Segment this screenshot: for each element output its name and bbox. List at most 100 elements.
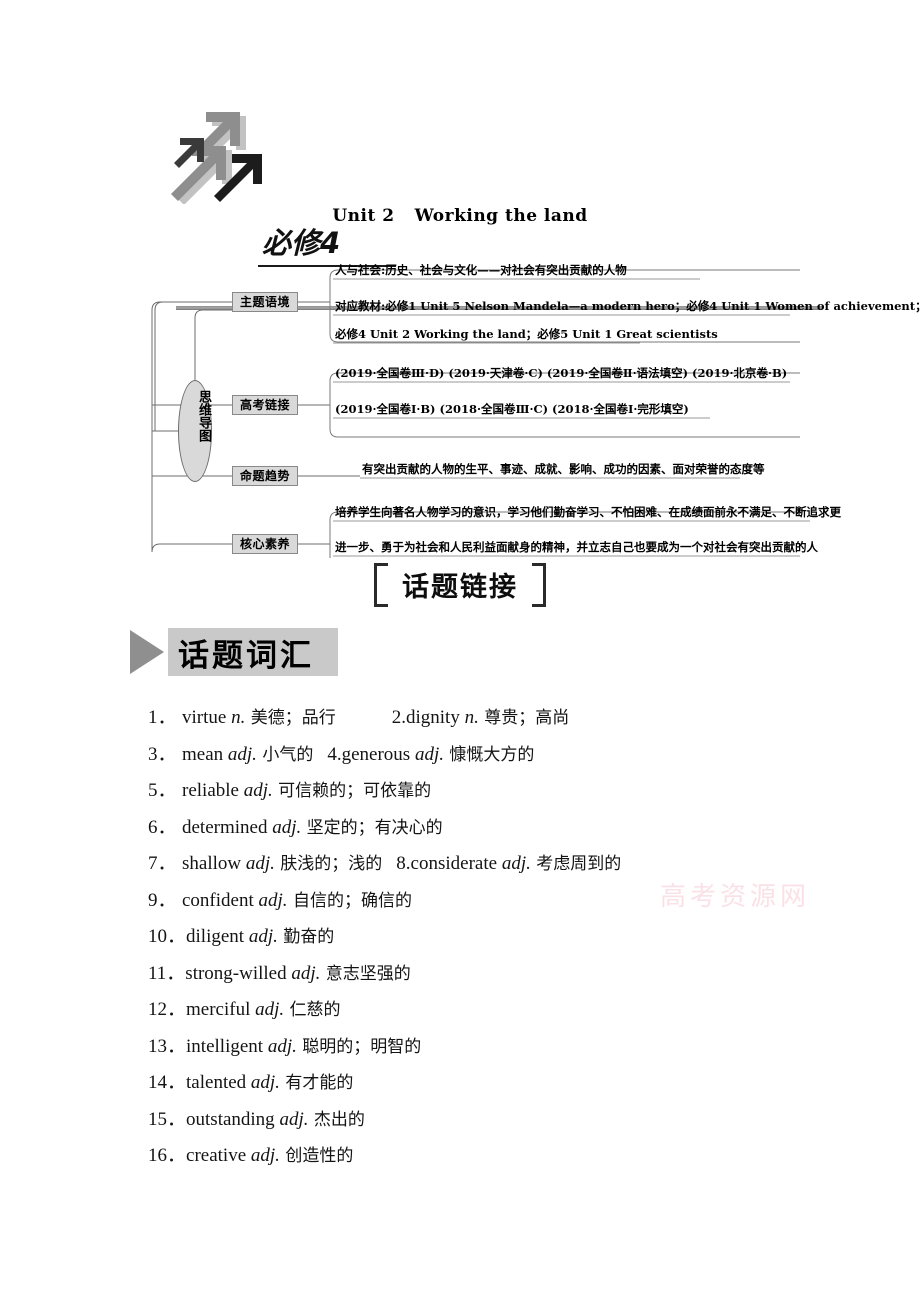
vocabulary-item-pos: adj. bbox=[267, 1035, 297, 1057]
mindmap-diagram: 思维导图 主题语境 高考链接 命题趋势 核心素养 人与社会:历史、社会与文化——… bbox=[0, 258, 920, 558]
vocabulary-item-pos: adj. bbox=[245, 853, 275, 874]
vocabulary-item: 6． determined adj. 坚定的；有决心的 bbox=[148, 810, 848, 847]
vocabulary-item-number: 13． bbox=[148, 1035, 187, 1057]
vocabulary-item-meaning-secondary: 考虑周到的 bbox=[530, 854, 622, 874]
vocabulary-item-word: virtue bbox=[182, 707, 232, 728]
vocabulary-item-meaning-secondary: 尊贵；高尚 bbox=[478, 708, 570, 728]
vocabulary-item: 10．diligent adj. 勤奋的 bbox=[148, 919, 848, 956]
vocabulary-item-meaning: 杰出的 bbox=[308, 1109, 365, 1130]
vocabulary-item-number: 9． bbox=[148, 889, 177, 911]
vocabulary-item-number: 1． bbox=[148, 707, 177, 728]
vocabulary-item: 1． virtue n. 美德；品行 2.dignity n. 尊贵；高尚 bbox=[148, 700, 848, 737]
vocabulary-item-word: merciful bbox=[186, 999, 256, 1020]
vocabulary-item-pos: adj. bbox=[227, 743, 257, 765]
vocabulary-item-pos: adj. bbox=[291, 962, 321, 984]
vocabulary-item-meaning: 小气的 bbox=[256, 744, 314, 765]
vocabulary-item-word-secondary: dignity bbox=[405, 707, 465, 728]
vocabulary-item-word: creative bbox=[186, 1145, 251, 1166]
vocabulary-item: 15．outstanding adj. 杰出的 bbox=[148, 1102, 848, 1139]
vocabulary-item-word: determined bbox=[182, 816, 273, 838]
vocabulary-item: 9． confident adj. 自信的；确信的 bbox=[148, 883, 848, 920]
vocabulary-item-meaning: 意志坚强的 bbox=[320, 963, 411, 984]
vocabulary-item-word: diligent bbox=[186, 926, 249, 947]
vocabulary-item-number: 5． bbox=[148, 780, 177, 801]
arrow-marker-icon bbox=[128, 628, 168, 676]
vocabulary-item-pos-secondary: adj. bbox=[414, 743, 444, 765]
vocabulary-item-word: confident bbox=[182, 889, 259, 911]
arrows-logo-icon bbox=[171, 112, 262, 204]
mindmap-content-literacy-line1: 培养学生向著名人物学习的意识，学习他们勤奋学习、不怕困难、在成绩面前永不满足、不… bbox=[335, 505, 841, 519]
right-bracket-icon bbox=[532, 563, 546, 607]
vocabulary-item-pos: n. bbox=[231, 707, 246, 728]
vocabulary-item-number: 10． bbox=[148, 926, 187, 947]
vocabulary-item-pos-secondary: adj. bbox=[501, 853, 531, 874]
vocabulary-item-meaning: 聪明的；明智的 bbox=[296, 1036, 422, 1057]
vocabulary-item-meaning: 美德；品行 bbox=[245, 708, 336, 728]
vocabulary-item-meaning: 自信的；确信的 bbox=[287, 890, 412, 911]
vocabulary-item-meaning: 有才能的 bbox=[279, 1073, 354, 1093]
vocabulary-item-number-secondary: 8. bbox=[396, 853, 411, 874]
vocabulary-item-pos: adj. bbox=[250, 1145, 280, 1166]
vocabulary-item: 12．merciful adj. 仁慈的 bbox=[148, 992, 848, 1029]
vocabulary-item-meaning: 创造性的 bbox=[279, 1146, 354, 1166]
vocabulary-item-number: 11． bbox=[148, 962, 186, 984]
mindmap-content-exam-line1: (2019·全国卷Ⅲ·D) (2019·天津卷·C) (2019·全国卷Ⅱ·语法… bbox=[335, 366, 788, 380]
vocabulary-item-word-secondary: considerate bbox=[410, 853, 502, 874]
vocabulary-list: 1． virtue n. 美德；品行 2.dignity n. 尊贵；高尚 3． mea… bbox=[148, 700, 848, 1175]
vocabulary-item-pos: adj. bbox=[272, 816, 302, 838]
topic-link-title: 话题链接 bbox=[402, 572, 518, 603]
section-header-vocabulary: 话题词汇 bbox=[128, 628, 338, 676]
mindmap-content-theme-line1: 人与社会:历史、社会与文化——对社会有突出贡献的人物 bbox=[335, 263, 627, 277]
mindmap-content-exam-line2: (2019·全国卷Ⅰ·B) (2018·全国卷Ⅲ·C) (2018·全国卷Ⅰ·完… bbox=[335, 402, 689, 416]
vocabulary-item-meaning: 肤浅的；浅的 bbox=[274, 854, 383, 874]
chapter-header: 必修4 bbox=[0, 108, 920, 310]
vocabulary-item-number: 12． bbox=[148, 999, 187, 1020]
vocabulary-item-pos: adj. bbox=[258, 889, 288, 911]
vocabulary-item-word: strong-willed bbox=[185, 962, 292, 984]
mindmap-content-literacy-line2: 进一步、勇于为社会和人民利益面献身的精神，并立志自己也要成为一个对社会有突出贡献… bbox=[335, 540, 818, 554]
vocabulary-item-number-secondary: 2. bbox=[391, 707, 406, 728]
vocabulary-item-number: 14． bbox=[148, 1072, 187, 1093]
vocabulary-item: 11．strong-willed adj. 意志坚强的 bbox=[148, 956, 848, 993]
vocabulary-item-word-secondary: generous bbox=[341, 743, 415, 765]
vocabulary-item-word: reliable bbox=[182, 780, 244, 801]
document-page: 必修4 Unit 2 Working the land 思维导图 主题语境 高考… bbox=[0, 0, 920, 1302]
vocabulary-item-word: intelligent bbox=[186, 1035, 268, 1057]
vocabulary-item: 16．creative adj. 创造性的 bbox=[148, 1138, 848, 1175]
vocabulary-item-meaning: 坚定的；有决心的 bbox=[301, 817, 443, 838]
vocabulary-item-pos: adj. bbox=[255, 999, 285, 1020]
vocabulary-item-number: 7． bbox=[148, 853, 177, 874]
vocabulary-item: 13．intelligent adj. 聪明的；明智的 bbox=[148, 1029, 848, 1066]
vocabulary-item-word: shallow bbox=[182, 853, 246, 874]
vocabulary-item-pos: adj. bbox=[279, 1108, 309, 1130]
mindmap-center-label: 思维导图 bbox=[196, 390, 211, 442]
vocabulary-item-meaning: 仁慈的 bbox=[284, 1000, 341, 1020]
unit-name: Working the land bbox=[414, 206, 588, 226]
mindmap-branch-label-literacy: 核心素养 bbox=[232, 534, 298, 554]
vocabulary-item-word: mean bbox=[182, 743, 228, 765]
vocabulary-item-meaning: 勤奋的 bbox=[277, 927, 335, 947]
banner-title: 必修4 bbox=[262, 226, 341, 260]
vocabulary-item-meaning: 可信赖的；可依靠的 bbox=[272, 781, 432, 801]
vocabulary-item-number: 3． bbox=[148, 743, 177, 765]
mindmap-branch-label-trend: 命题趋势 bbox=[232, 466, 298, 486]
vocabulary-item-number: 15． bbox=[148, 1108, 187, 1130]
vocabulary-item-meaning-secondary: 慷慨大方的 bbox=[443, 744, 535, 765]
vocabulary-item: 7． shallow adj. 肤浅的；浅的 8.considerate adj. … bbox=[148, 846, 848, 883]
vocabulary-item: 14．talented adj. 有才能的 bbox=[148, 1065, 848, 1102]
page-title: Unit 2 Working the land bbox=[0, 206, 920, 226]
section-title: 话题词汇 bbox=[178, 637, 314, 674]
vocabulary-item-number: 16． bbox=[148, 1145, 187, 1166]
mindmap-center-node: 思维导图 bbox=[178, 380, 212, 482]
mindmap-content-trend-line1: 有突出贡献的人物的生平、事迹、成就、影响、成功的因素、面对荣誉的态度等 bbox=[362, 462, 765, 476]
vocabulary-item: 5． reliable adj. 可信赖的；可依靠的 bbox=[148, 773, 848, 810]
vocabulary-item: 3． mean adj. 小气的 4.generous adj. 慷慨大方的 bbox=[148, 737, 848, 774]
mindmap-content-theme-line2: 对应教材:必修1 Unit 5 Nelson Mandela—a modern … bbox=[335, 299, 920, 313]
vocabulary-item-number: 6． bbox=[148, 816, 177, 838]
vocabulary-item-pos: adj. bbox=[248, 926, 278, 947]
vocabulary-item-word: outstanding bbox=[186, 1108, 280, 1130]
section-header-band: 话题词汇 bbox=[168, 628, 338, 676]
mindmap-content-theme-line3: 必修4 Unit 2 Working the land；必修5 Unit 1 G… bbox=[335, 327, 718, 341]
unit-number: Unit 2 bbox=[332, 206, 395, 226]
vocabulary-item-pos: adj. bbox=[250, 1072, 280, 1093]
